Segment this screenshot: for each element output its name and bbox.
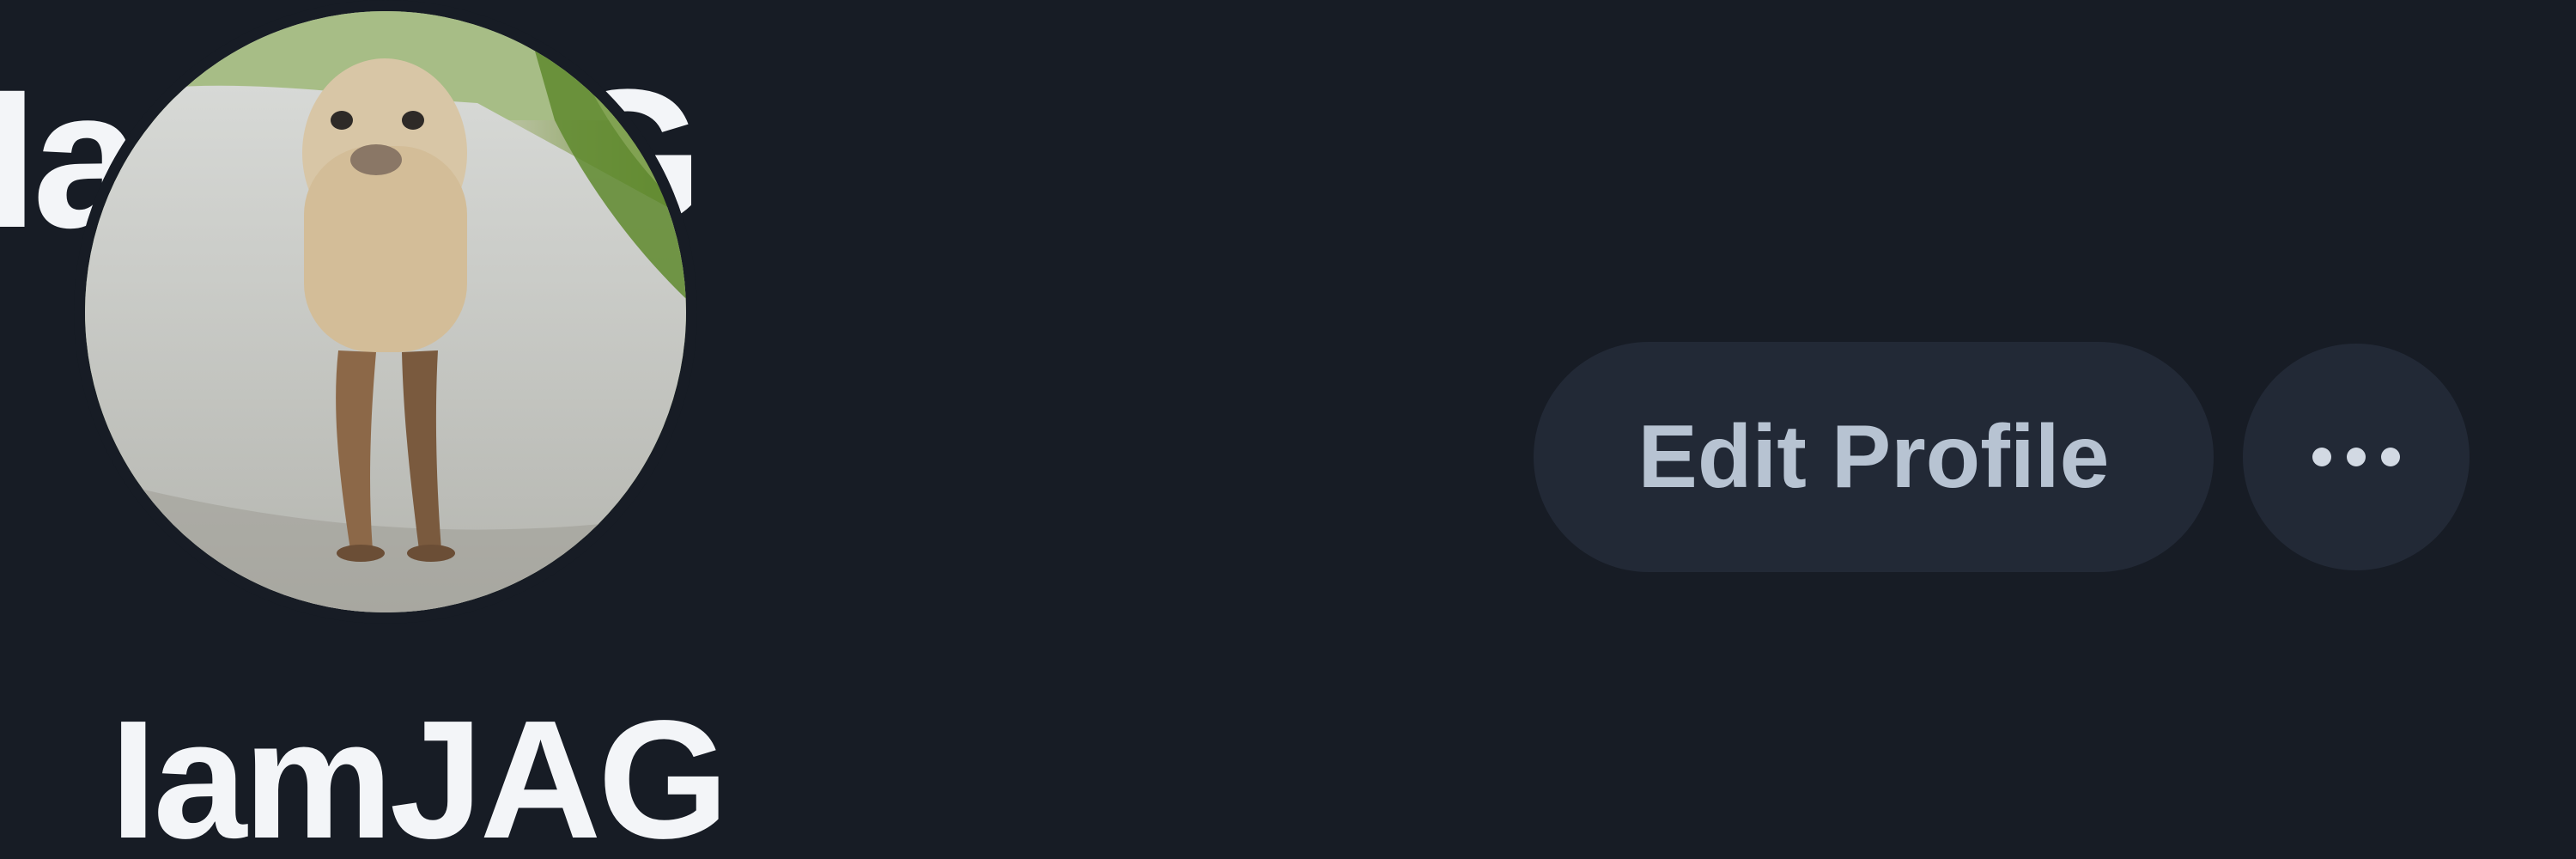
more-options-button[interactable] <box>2243 344 2470 570</box>
ellipsis-icon <box>2312 448 2331 466</box>
ellipsis-icon <box>2347 448 2366 466</box>
avatar[interactable] <box>74 0 697 624</box>
edit-profile-button[interactable]: Edit Profile <box>1534 342 2214 572</box>
seal-avatar-icon <box>74 0 697 624</box>
profile-display-name: IamJAG <box>110 685 729 859</box>
ellipsis-icon <box>2381 448 2400 466</box>
